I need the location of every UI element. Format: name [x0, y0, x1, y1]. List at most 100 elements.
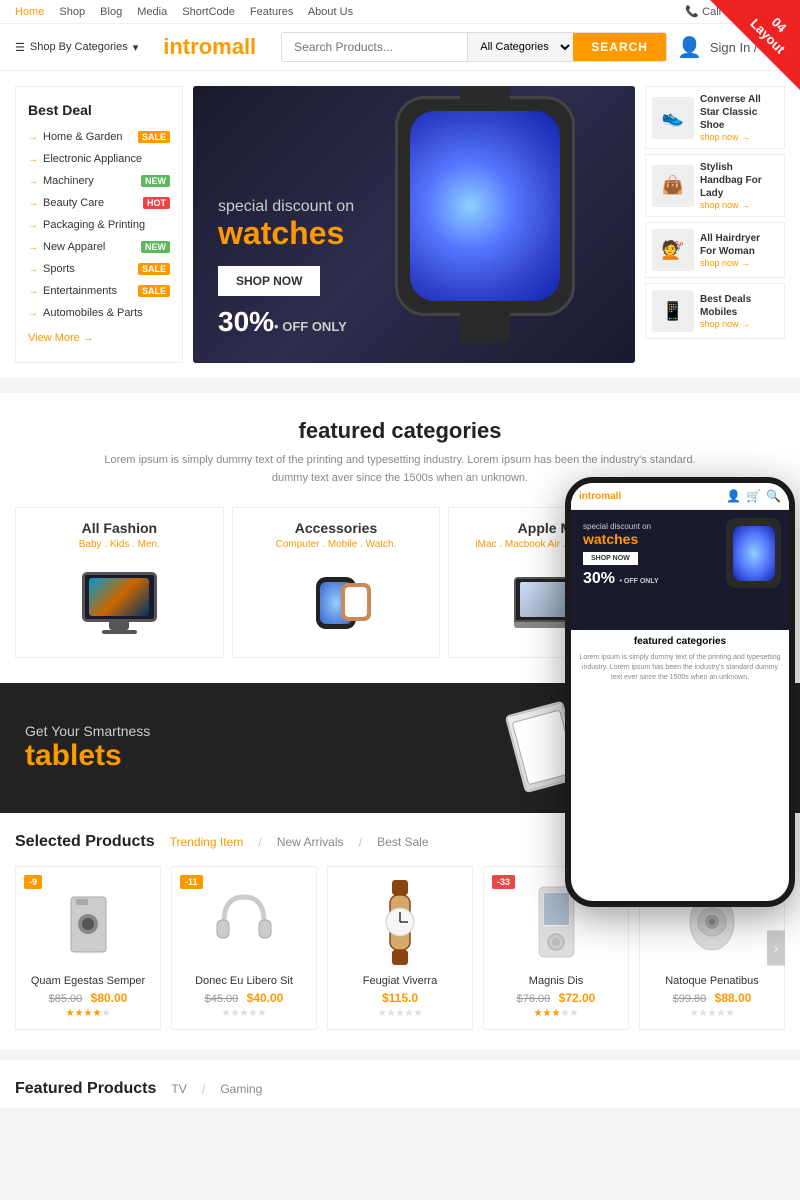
sidebar-item-label: New Apparel: [28, 241, 105, 253]
side-product-name: All Hairdryer For Woman: [700, 232, 778, 258]
user-icon[interactable]: 👤: [677, 35, 702, 60]
product-card-1[interactable]: -9 Quam Egestas Semper $85.00 $80.00: [15, 866, 161, 1030]
side-product-name: Stylish Handbag For Lady: [700, 161, 778, 200]
nav-blog[interactable]: Blog: [100, 6, 122, 18]
side-product-link[interactable]: shop now →: [700, 319, 778, 329]
phone-section-sub: Lorem ipsum is simply dummy text of the …: [571, 653, 789, 688]
side-product-handbag[interactable]: 👜 Stylish Handbag For Lady shop now →: [645, 154, 785, 217]
category-fashion[interactable]: All Fashion Baby . Kids . Men.: [15, 507, 224, 658]
side-product-img: 👟: [652, 97, 694, 139]
side-product-img: 💇: [652, 229, 694, 271]
top-bar: Home Shop Blog Media ShortCode Features …: [0, 0, 800, 24]
cat-fashion-sub: Baby . Kids . Men.: [26, 539, 213, 550]
nav-home[interactable]: Home: [15, 6, 44, 18]
side-product-link[interactable]: shop now →: [700, 258, 778, 268]
side-product-link[interactable]: shop now →: [700, 200, 778, 210]
cat-acc-img: [243, 560, 430, 645]
product-stars: ★★★★★: [26, 1008, 150, 1019]
category-accessories[interactable]: Accessories Computer . Mobile . Watch.: [232, 507, 441, 658]
tab-new-arrivals[interactable]: New Arrivals: [277, 835, 344, 849]
nav-aboutus[interactable]: About Us: [308, 6, 353, 18]
sidebar-item-apparel[interactable]: New Apparel NEW: [16, 236, 182, 258]
featured-header: Featured Products TV / Gaming: [15, 1080, 785, 1098]
product-img: [338, 877, 462, 967]
tab-trending[interactable]: Trending Item: [170, 835, 244, 849]
tablets-product: tablets: [25, 739, 150, 773]
sidebar-item-packaging[interactable]: Packaging & Printing: [16, 214, 182, 236]
logo[interactable]: intromall: [163, 34, 256, 60]
side-product-shoe[interactable]: 👟 Converse All Star Classic Shoe shop no…: [645, 86, 785, 149]
nav-features[interactable]: Features: [250, 6, 293, 18]
products-next-arrow[interactable]: ›: [767, 931, 785, 966]
tab-gaming[interactable]: Gaming: [220, 1082, 262, 1096]
product-img: [26, 877, 150, 967]
cat-fashion-img: [26, 560, 213, 645]
sidebar-item-automobiles[interactable]: Automobiles & Parts: [16, 302, 182, 324]
hero-discount: 30%• OFF ONLY: [218, 306, 354, 338]
phone-header: intromall 👤 🛒 🔍: [571, 483, 789, 510]
sidebar-item-sports[interactable]: Sports SALE: [16, 258, 182, 280]
sidebar-item-label: Machinery: [28, 175, 94, 187]
tablets-text: Get Your Smartness tablets: [25, 723, 150, 773]
phone-shop-btn: SHOP NOW: [583, 552, 638, 565]
product-price: $85.00 $80.00: [26, 991, 150, 1005]
phone-banner: special discount on watches SHOP NOW 30%…: [571, 510, 789, 630]
sidebar-item-machinery[interactable]: Machinery NEW: [16, 170, 182, 192]
shop-by-categories[interactable]: ☰ Shop By Categories ▾: [15, 41, 138, 54]
sidebar-view-more[interactable]: View More →: [16, 324, 182, 352]
shop-now-button[interactable]: SHOP NOW: [218, 266, 320, 296]
product-card-2[interactable]: -11 Donec Eu Libero Sit $45.00 $40.00 ★★…: [171, 866, 317, 1030]
side-product-mobile[interactable]: 📱 Best Deals Mobiles shop now →: [645, 283, 785, 339]
cat-fashion-name: All Fashion: [26, 520, 213, 536]
nav-shop[interactable]: Shop: [59, 6, 85, 18]
product-stars: ★★★★★: [650, 1008, 774, 1019]
product-img: [182, 877, 306, 967]
sidebar-badge-sale: SALE: [138, 131, 170, 143]
category-select[interactable]: All Categories Electronics Fashion: [467, 33, 573, 61]
featured-categories-title: featured categories: [15, 418, 785, 444]
sidebar-badge-new2: NEW: [141, 241, 170, 253]
sidebar-item-label: Electronic Appliance: [28, 153, 142, 165]
sidebar-item-label: Entertainments: [28, 285, 117, 297]
phone-logo: intromall: [579, 491, 621, 502]
phone-cart-icon: 🛒: [746, 489, 761, 503]
sidebar-item-label: Home & Garden: [28, 131, 122, 143]
phone-user-icon: 👤: [726, 489, 741, 503]
sidebar-item-label: Packaging & Printing: [28, 219, 145, 231]
side-product-link[interactable]: shop now →: [700, 132, 778, 142]
search-button[interactable]: SEARCH: [573, 33, 666, 61]
product-name: Natoque Penatibus: [650, 975, 774, 987]
product-name: Magnis Dis: [494, 975, 618, 987]
search-input[interactable]: [282, 33, 467, 61]
phone-search-icon: 🔍: [766, 489, 781, 503]
sidebar-item-electronic[interactable]: Electronic Appliance: [16, 148, 182, 170]
tablets-get-text: Get Your Smartness: [25, 723, 150, 739]
selected-products-title: Selected Products: [15, 833, 155, 851]
phone-mockup: intromall 👤 🛒 🔍 special discount o: [565, 477, 795, 907]
hero-text: special discount on watches SHOP NOW 30%…: [218, 198, 354, 338]
sidebar-badge-new: NEW: [141, 175, 170, 187]
phone-screen: intromall 👤 🛒 🔍 special discount o: [571, 483, 789, 901]
product-stars: ★★★★★: [338, 1008, 462, 1019]
menu-icon: ☰: [15, 41, 25, 54]
nav-media[interactable]: Media: [137, 6, 167, 18]
nav-shortcode[interactable]: ShortCode: [182, 6, 235, 18]
sidebar-item-label: Sports: [28, 263, 75, 275]
sidebar-item-label: Beauty Care: [28, 197, 104, 209]
tab-best-sale[interactable]: Best Sale: [377, 835, 428, 849]
sidebar-item-beauty[interactable]: Beauty Care HOT: [16, 192, 182, 214]
cat-acc-sub: Computer . Mobile . Watch.: [243, 539, 430, 550]
hero-product-name: watches: [218, 216, 354, 251]
product-card-3[interactable]: Feugiat Viverra $115.0 ★★★★★: [327, 866, 473, 1030]
sidebar-item-home-garden[interactable]: Home & Garden SALE: [16, 126, 182, 148]
hero-special-text: special discount on: [218, 198, 354, 216]
tab-tv[interactable]: TV: [171, 1082, 186, 1096]
product-price: $45.00 $40.00: [182, 991, 306, 1005]
side-product-hairdryer[interactable]: 💇 All Hairdryer For Woman shop now →: [645, 222, 785, 278]
side-product-img: 👜: [652, 165, 694, 207]
chevron-down-icon: ▾: [133, 41, 139, 54]
phone-section-title: featured categories: [571, 630, 789, 653]
top-nav: Home Shop Blog Media ShortCode Features …: [15, 6, 365, 18]
sidebar-item-entertainment[interactable]: Entertainments SALE: [16, 280, 182, 302]
cat-acc-name: Accessories: [243, 520, 430, 536]
